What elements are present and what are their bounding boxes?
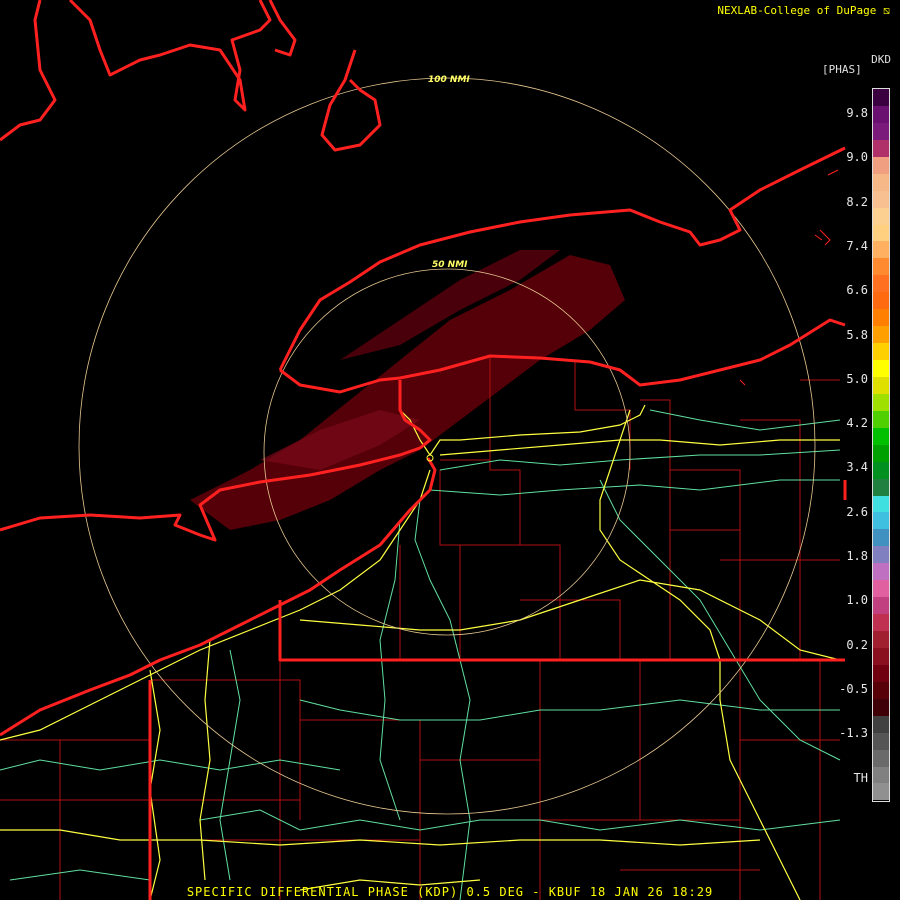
legend-swatch: [873, 343, 889, 360]
color-legend: [872, 88, 890, 802]
legend-tick-label: 7.4: [846, 238, 868, 253]
legend-swatch: [873, 139, 889, 157]
legend-swatch: [873, 89, 889, 106]
nexlab-logo-icon: ⧅: [876, 4, 890, 17]
range-ring-50-label: 50 NMI: [432, 260, 468, 270]
legend-swatch: [873, 275, 889, 293]
legend-swatch: [873, 546, 889, 564]
legend-swatch: [873, 360, 889, 377]
legend-swatch: [873, 715, 889, 733]
legend-tick-label: 3.4: [846, 460, 868, 475]
legend-swatch: [873, 664, 889, 682]
legend-swatch: [873, 258, 889, 276]
legend-swatch: [873, 749, 889, 767]
legend-tick-label: 0.2: [846, 637, 868, 652]
product-code: DKD: [871, 53, 891, 66]
legend-swatch: [873, 580, 889, 598]
legend-swatch: [873, 766, 889, 784]
legend-tick-label: -1.3: [839, 726, 868, 741]
legend-swatch: [873, 207, 889, 225]
legend-swatch: [873, 309, 889, 327]
legend-swatch: [873, 173, 889, 191]
legend-tick-label: 9.0: [846, 150, 868, 165]
legend-swatch: [873, 122, 889, 140]
legend-tick-label: 5.8: [846, 327, 868, 342]
legend-swatch: [873, 241, 889, 259]
legend-tick-label: 8.2: [846, 194, 868, 209]
legend-swatch: [873, 326, 889, 344]
legend-swatch: [873, 393, 889, 411]
legend-tick-label: 6.6: [846, 283, 868, 298]
legend-swatch: [873, 376, 889, 394]
legend-swatch: [873, 478, 889, 496]
product-caption: SPECIFIC DIFFERENTIAL PHASE (KDP) 0.5 DE…: [186, 885, 714, 899]
legend-swatch: [873, 698, 889, 716]
legend-swatch: [873, 732, 889, 750]
legend-swatch: [873, 461, 889, 479]
legend-swatch: [873, 427, 889, 445]
legend-swatch: [873, 224, 889, 242]
legend-tick-label: 1.8: [846, 549, 868, 563]
credit-label: NEXLAB-College of DuPage ⧅: [717, 4, 890, 17]
legend-tick-label: 1.0: [846, 593, 868, 608]
legend-tick-label: 4.2: [846, 416, 868, 431]
legend-swatch: [873, 495, 889, 513]
range-ring-100-label: 100 NMI: [428, 75, 470, 85]
legend-swatch: [873, 105, 889, 123]
legend-swatch: [873, 783, 889, 801]
legend-swatch: [873, 563, 889, 581]
legend-tick-label: 2.6: [846, 504, 868, 519]
legend-tick-label: TH: [853, 770, 868, 785]
legend-tick-label: -0.5: [839, 681, 868, 696]
legend-swatch: [873, 292, 889, 310]
legend-tick-label: 9.8: [846, 106, 868, 120]
legend-swatch: [873, 190, 889, 208]
legend-swatch: [873, 681, 889, 699]
legend-swatch: [873, 156, 889, 174]
legend-swatch: [873, 410, 889, 428]
legend-swatch: [873, 444, 889, 462]
legend-swatch: [873, 597, 889, 615]
legend-swatch: [873, 631, 889, 648]
legend-swatch: [873, 614, 889, 631]
radar-map: 100 NMI 50 NMI: [0, 0, 900, 900]
legend-swatch: [873, 529, 889, 547]
legend-swatch: [873, 512, 889, 530]
legend-unit: [PHAS]: [822, 63, 862, 76]
legend-tick-label: 5.0: [846, 371, 868, 386]
legend-swatch: [873, 647, 889, 665]
